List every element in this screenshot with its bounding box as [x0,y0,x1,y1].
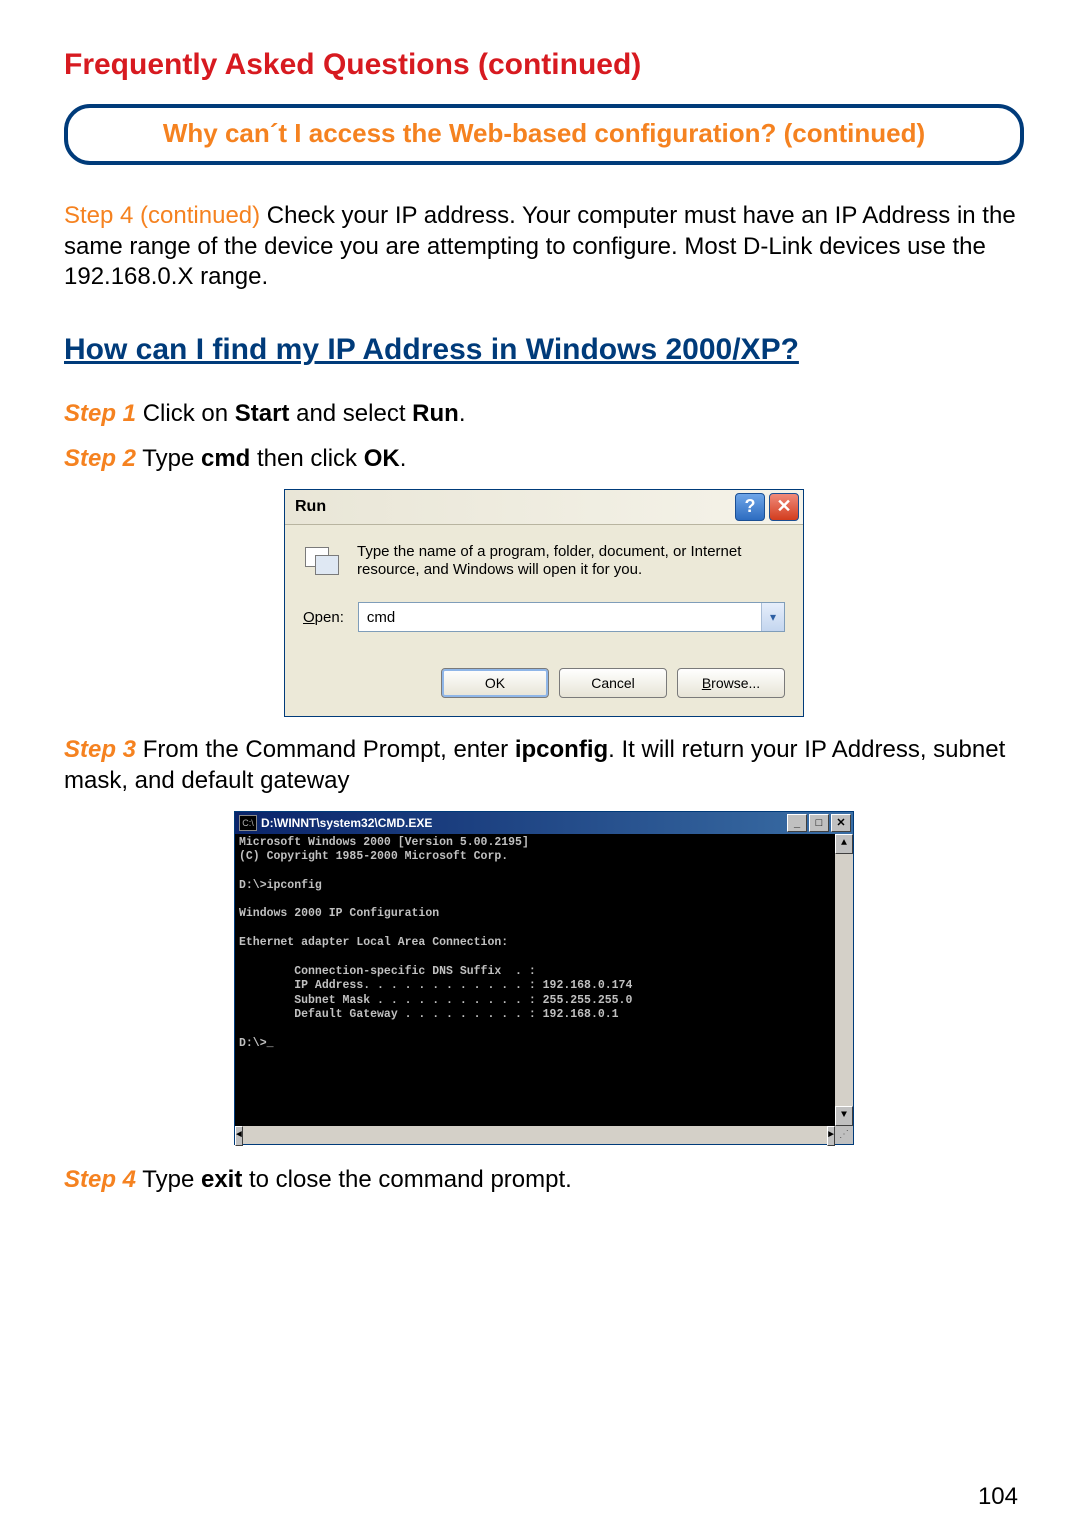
scroll-up-icon[interactable]: ▲ [835,834,853,854]
scroll-left-icon[interactable]: ◄ [235,1126,243,1146]
close-button[interactable]: ✕ [769,493,799,521]
resize-grip-icon[interactable]: ⋰ [835,1126,853,1144]
close-button[interactable]: ✕ [831,814,851,832]
scroll-down-icon[interactable]: ▼ [835,1106,853,1126]
help-button[interactable]: ? [735,493,765,521]
scroll-right-icon[interactable]: ► [827,1126,835,1146]
cmd-window: C:\ D:\WINNT\system32\CMD.EXE _ □ ✕ Micr… [234,811,854,1145]
page-number: 104 [978,1483,1018,1511]
cmd-output: Microsoft Windows 2000 [Version 5.00.219… [235,834,835,1126]
vertical-scrollbar[interactable]: ▲ ▼ [835,834,853,1126]
maximize-button[interactable]: □ [809,814,829,832]
step2-label: Step 2 [64,445,136,472]
cmd-title: D:\WINNT\system32\CMD.EXE [261,816,787,830]
step2: Step 2 Type cmd then click OK. [64,444,1024,475]
step1: Step 1 Click on Start and select Run. [64,399,1024,430]
step1-label: Step 1 [64,400,136,427]
step4-label: Step 4 [64,1166,136,1193]
section-pill-text: Why can´t I access the Web-based configu… [163,118,925,148]
cmd-titlebar: C:\ D:\WINNT\system32\CMD.EXE _ □ ✕ [235,812,853,834]
step3: Step 3 From the Command Prompt, enter ip… [64,735,1024,796]
cmd-icon: C:\ [239,815,257,831]
step3-label: Step 3 [64,736,136,763]
subheading: How can I find my IP Address in Windows … [64,333,1024,367]
run-titlebar: Run ? ✕ [285,490,803,525]
section-pill: Why can´t I access the Web-based configu… [64,104,1024,165]
step4-label: Step 4 (continued) [64,202,260,229]
minimize-button[interactable]: _ [787,814,807,832]
cancel-button[interactable]: Cancel [559,668,667,698]
ok-button[interactable]: OK [441,668,549,698]
open-input[interactable]: cmd [359,603,761,631]
open-combobox[interactable]: cmd ▾ [358,602,785,632]
run-description: Type the name of a program, folder, docu… [357,543,785,581]
step4: Step 4 Type exit to close the command pr… [64,1165,1024,1196]
browse-button[interactable]: Browse... [677,668,785,698]
open-label: Open: [303,609,344,626]
run-dialog-title: Run [295,498,731,516]
run-dialog: Run ? ✕ Type the name of a program, fold… [284,489,804,718]
horizontal-scrollbar[interactable]: ◄ ► ⋰ [235,1126,853,1144]
chevron-down-icon[interactable]: ▾ [761,603,784,631]
step4-continued: Step 4 (continued) Check your IP address… [64,201,1024,293]
faq-title: Frequently Asked Questions (continued) [64,48,1024,82]
run-icon [303,545,343,579]
